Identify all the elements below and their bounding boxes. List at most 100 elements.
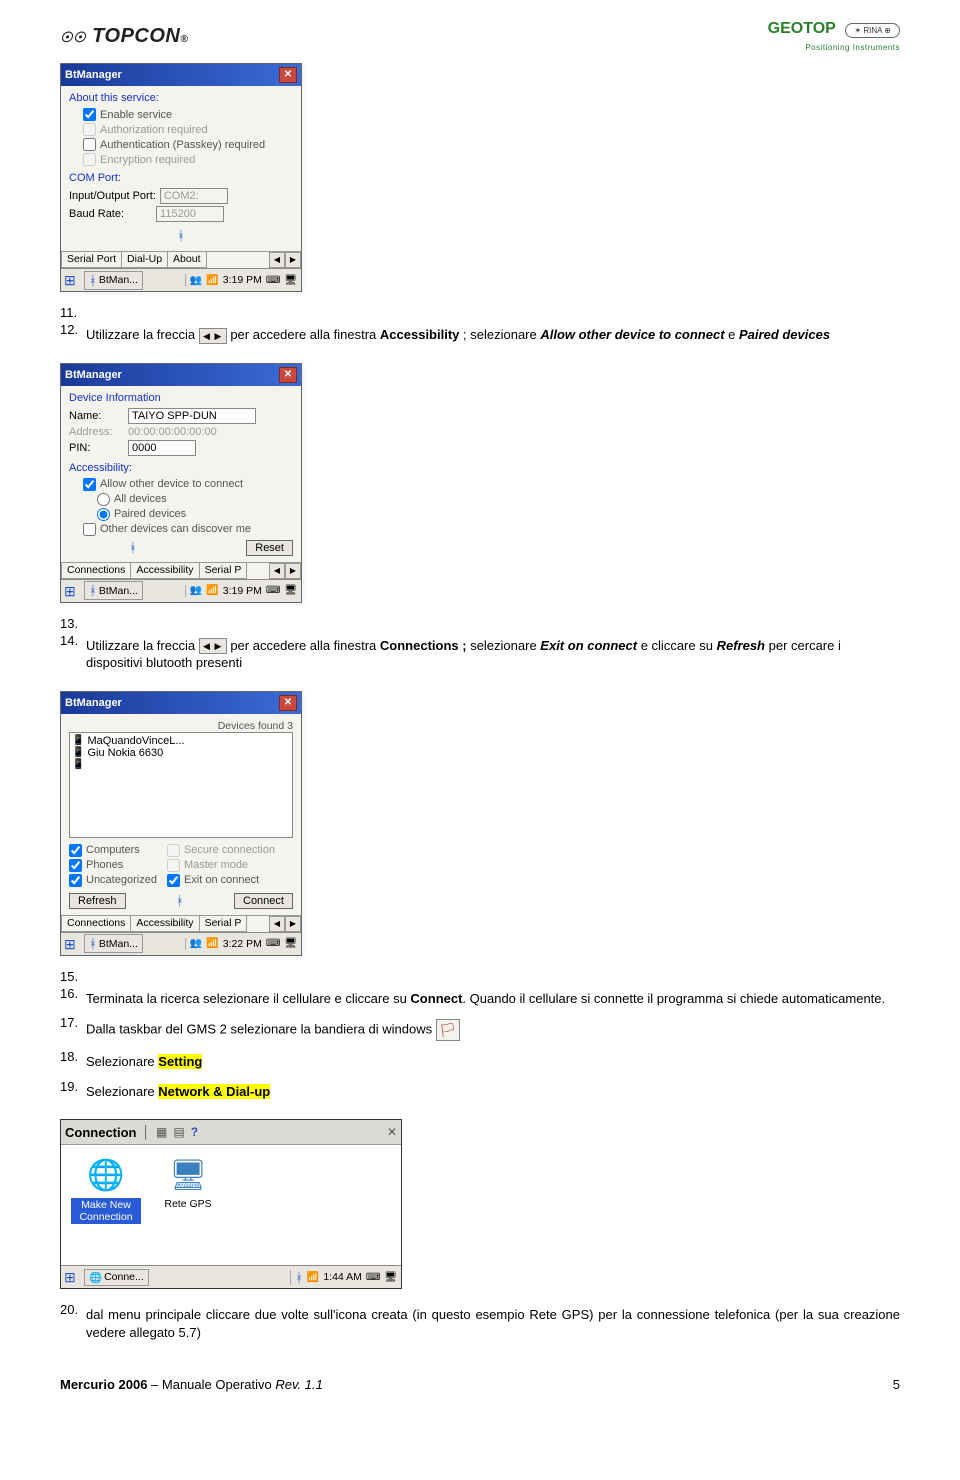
- tab-serial[interactable]: Serial P: [199, 916, 248, 932]
- desktop-icon[interactable]: 🖥: [284, 938, 297, 949]
- conn-titlebar: Connection │ ▦ ▤ ? ✕: [61, 1120, 401, 1145]
- list-item: 15.: [60, 969, 900, 984]
- arrow-icon: [199, 328, 227, 344]
- tab-scroll-right[interactable]: ▶: [285, 252, 301, 268]
- arrow-icon: [199, 638, 227, 654]
- rete-gps-icon[interactable]: 🖥 Rete GPS: [153, 1155, 223, 1255]
- list-item: 14. Utilizzare la freccia per accedere a…: [60, 633, 900, 678]
- baud-label: Baud Rate:: [69, 208, 124, 220]
- tab-scroll-left[interactable]: ◀: [269, 563, 285, 579]
- signal-icon: 📶: [206, 585, 218, 596]
- geotop-logo: GEOTOP ✶ RINA ⊕ Positioning Instruments: [768, 20, 900, 53]
- taskbar: ᚼBtMan... 👥 📶 3:19 PM ⌨ 🖥: [61, 268, 301, 291]
- titlebar: BtManager ✕: [61, 692, 301, 714]
- toolbar-sep: │: [143, 1125, 151, 1139]
- close-icon[interactable]: ✕: [387, 1125, 397, 1139]
- tray-icon: 👥: [190, 275, 202, 286]
- desktop-icon[interactable]: 🖥: [384, 1272, 397, 1283]
- tab-scroll-right[interactable]: ▶: [285, 916, 301, 932]
- start-button[interactable]: [64, 583, 80, 599]
- name-input[interactable]: [128, 408, 256, 424]
- help-icon[interactable]: ?: [191, 1125, 198, 1139]
- page-header: ☉☉ TOPCON® GEOTOP ✶ RINA ⊕ Positioning I…: [60, 20, 900, 53]
- comport-label: COM Port:: [69, 172, 293, 184]
- close-icon[interactable]: ✕: [279, 695, 297, 711]
- start-button[interactable]: [64, 1269, 80, 1285]
- make-new-connection-icon[interactable]: 🌐 Make New Connection: [71, 1155, 141, 1255]
- clock: 3:19 PM: [223, 274, 262, 286]
- keyboard-icon[interactable]: ⌨: [266, 585, 280, 596]
- passkey-checkbox[interactable]: Authentication (Passkey) required: [83, 138, 293, 151]
- keyboard-icon[interactable]: ⌨: [266, 275, 280, 286]
- devices-found-label: Devices found 3: [69, 720, 293, 732]
- discoverable-checkbox[interactable]: Other devices can discover me: [83, 523, 293, 536]
- tab-accessibility[interactable]: Accessibility: [130, 563, 199, 579]
- tabs: Serial Port Dial-Up About ◀ ▶: [61, 251, 301, 268]
- refresh-button[interactable]: Refresh: [69, 893, 126, 909]
- list-item: 20. dal menu principale cliccare due vol…: [60, 1302, 900, 1347]
- titlebar: BtManager ✕: [61, 364, 301, 386]
- desktop-icon[interactable]: 🖥: [284, 275, 297, 286]
- uncategorized-checkbox[interactable]: Uncategorized: [69, 874, 157, 887]
- btmanager-connections-dialog: BtManager ✕ Devices found 3 📱MaQuandoVin…: [60, 691, 302, 956]
- reset-button[interactable]: Reset: [246, 540, 293, 556]
- task-btman[interactable]: ᚼBtMan...: [84, 271, 143, 290]
- tab-serial[interactable]: Serial P: [199, 563, 248, 579]
- name-label: Name:: [69, 410, 124, 422]
- cert-badge: ✶ RINA ⊕: [845, 23, 900, 38]
- tab-dial-up[interactable]: Dial-Up: [121, 252, 168, 268]
- footer-left: Mercurio 2006 – Manuale Operativo Rev. 1…: [60, 1377, 323, 1392]
- topcon-logo: ☉☉ TOPCON®: [60, 25, 188, 48]
- tab-about[interactable]: About: [167, 252, 206, 268]
- enable-service-checkbox[interactable]: Enable service: [83, 108, 293, 121]
- tab-connections[interactable]: Connections: [61, 563, 131, 579]
- paired-devices-radio[interactable]: Paired devices: [97, 508, 293, 521]
- start-button[interactable]: [64, 272, 80, 288]
- tab-scroll-right[interactable]: ▶: [285, 563, 301, 579]
- tab-accessibility[interactable]: Accessibility: [130, 916, 199, 932]
- page-footer: Mercurio 2006 – Manuale Operativo Rev. 1…: [60, 1377, 900, 1392]
- allow-connect-checkbox[interactable]: Allow other device to connect: [83, 478, 293, 491]
- secure-checkbox: Secure connection: [167, 844, 275, 857]
- exit-connect-checkbox[interactable]: Exit on connect: [167, 874, 275, 887]
- btmanager-serialport-dialog: BtManager ✕ About this service: Enable s…: [60, 63, 302, 292]
- list-item[interactable]: 📱Giu Nokia 6630: [72, 747, 290, 759]
- address-label: Address:: [69, 426, 124, 438]
- phones-checkbox[interactable]: Phones: [69, 859, 157, 872]
- view-list-icon[interactable]: ▤: [173, 1125, 184, 1139]
- io-port-input: [160, 188, 228, 204]
- view-icons-icon[interactable]: ▦: [156, 1125, 167, 1139]
- close-icon[interactable]: ✕: [279, 367, 297, 383]
- close-icon[interactable]: ✕: [279, 67, 297, 83]
- section-label: About this service:: [69, 92, 293, 104]
- keyboard-icon[interactable]: ⌨: [266, 938, 280, 949]
- task-btman[interactable]: ᚼBtMan...: [84, 581, 143, 600]
- bluetooth-icon: ᚼ: [129, 540, 137, 555]
- task-btman[interactable]: ᚼBtMan...: [84, 934, 143, 953]
- conn-title: Connection: [65, 1125, 137, 1140]
- pin-input[interactable]: [128, 440, 196, 456]
- encryption-checkbox: Encryption required: [83, 153, 293, 166]
- list-item: 17. Dalla taskbar del GMS 2 selezionare …: [60, 1015, 900, 1047]
- list-item: 19. Selezionare Network & Dial-up: [60, 1079, 900, 1107]
- tab-scroll-left[interactable]: ◀: [269, 252, 285, 268]
- connect-button[interactable]: Connect: [234, 893, 293, 909]
- tab-serial-port[interactable]: Serial Port: [61, 252, 122, 268]
- task-connection[interactable]: 🌐Conne...: [84, 1269, 149, 1286]
- clock: 1:44 AM: [323, 1271, 362, 1283]
- list-item[interactable]: 📱MaQuandoVinceL...: [72, 735, 290, 747]
- address-value: 00:00:00:00:00:00: [128, 426, 217, 438]
- start-button[interactable]: [64, 936, 80, 952]
- page-number: 5: [893, 1377, 900, 1392]
- desktop-icon[interactable]: 🖥: [284, 585, 297, 596]
- list-item: 11.: [60, 305, 900, 320]
- list-item[interactable]: 📱: [72, 759, 290, 770]
- connection-window: Connection │ ▦ ▤ ? ✕ 🌐 Make New Connecti…: [60, 1119, 402, 1289]
- device-list[interactable]: 📱MaQuandoVinceL... 📱Giu Nokia 6630 📱: [69, 732, 293, 838]
- all-devices-radio[interactable]: All devices: [97, 493, 293, 506]
- bluetooth-icon: ᚼ: [177, 228, 185, 243]
- keyboard-icon[interactable]: ⌨: [366, 1272, 380, 1283]
- computers-checkbox[interactable]: Computers: [69, 844, 157, 857]
- tab-connections[interactable]: Connections: [61, 916, 131, 932]
- tab-scroll-left[interactable]: ◀: [269, 916, 285, 932]
